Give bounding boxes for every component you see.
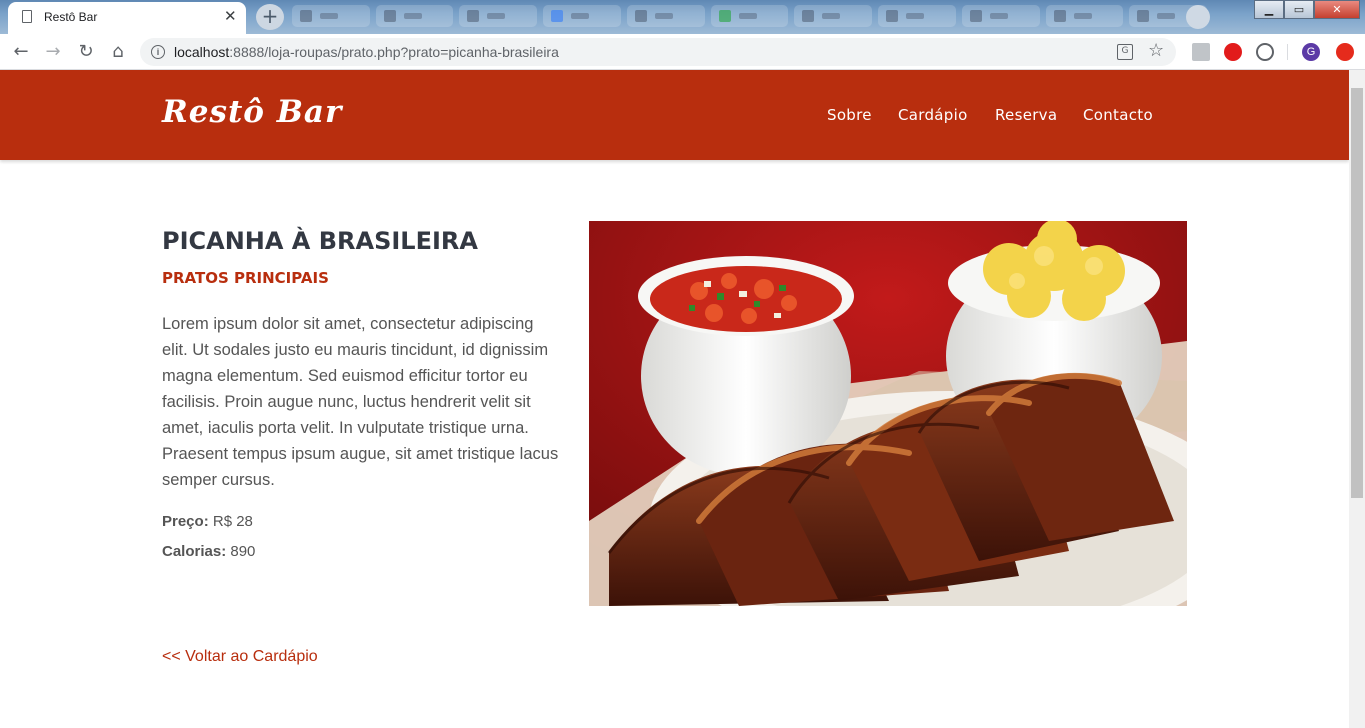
tab-resto-bar[interactable]: Restô Bar ✕: [8, 2, 246, 34]
price-value: R$ 28: [212, 513, 253, 530]
calories-value: 890: [230, 543, 256, 560]
dish-category: PRATOS PRINCIPAIS: [162, 269, 329, 287]
favicon-icon: [802, 10, 815, 22]
price-label: Preço:: [162, 513, 209, 530]
favicon-icon: [551, 10, 564, 22]
tab-strip: Restô Bar ✕ + ▁ ▭ ✕: [0, 0, 1365, 34]
background-tab[interactable]: [292, 5, 370, 27]
new-tab-button[interactable]: +: [256, 4, 284, 30]
nav-link-contacto[interactable]: Contacto: [1083, 106, 1153, 124]
tab-title: Restô Bar: [44, 10, 98, 24]
calories-line: Calorias: 890: [162, 543, 255, 560]
forward-arrow-icon[interactable]: →: [42, 41, 64, 63]
browser-toolbar: ← → ↻ ⌂ i localhost:8888/loja-roupas/pra…: [0, 34, 1365, 70]
translate-icon[interactable]: G: [1117, 44, 1133, 60]
url-text[interactable]: localhost:8888/loja-roupas/prato.php?pra…: [174, 44, 559, 60]
info-icon[interactable]: i: [151, 45, 165, 59]
dish-title: PICANHA À BRASILEIRA: [162, 227, 478, 255]
background-tab[interactable]: [961, 5, 1040, 27]
adblock-extension-icon[interactable]: [1224, 43, 1242, 61]
page-icon: [22, 10, 32, 23]
dish-photo: [589, 221, 1187, 606]
browser-chrome: Restô Bar ✕ + ▁ ▭ ✕ ← → ↻ ⌂ i localhost:…: [0, 0, 1365, 70]
favicon-icon: [1053, 10, 1066, 22]
url-host: localhost: [174, 44, 230, 60]
favicon-icon: [467, 10, 480, 22]
dish-description: Lorem ipsum dolor sit amet, consectetur …: [162, 315, 559, 489]
avatar[interactable]: G: [1302, 43, 1320, 61]
background-tab[interactable]: [1045, 5, 1124, 27]
background-tab[interactable]: [375, 5, 454, 27]
dish-photo-illustration: [589, 221, 1187, 606]
page-viewport: Restô Bar Sobre Cardápio Reserva Contact…: [0, 70, 1349, 728]
favicon-icon: [634, 10, 647, 22]
update-icon[interactable]: [1336, 43, 1354, 61]
extension-icon[interactable]: [1256, 43, 1274, 61]
maximize-button[interactable]: ▭: [1284, 0, 1314, 19]
profile-icon[interactable]: [1186, 5, 1210, 29]
minimize-button[interactable]: ▁: [1254, 0, 1284, 19]
nav-link-cardapio[interactable]: Cardápio: [898, 106, 968, 124]
reload-icon[interactable]: ↻: [75, 41, 97, 63]
close-icon[interactable]: ✕: [224, 7, 237, 25]
close-window-button[interactable]: ✕: [1314, 0, 1360, 19]
favicon-icon: [886, 10, 899, 22]
site-header: Restô Bar Sobre Cardápio Reserva Contact…: [0, 70, 1349, 160]
url-path: :8888/loja-roupas/prato.php?prato=picanh…: [229, 44, 559, 60]
price-line: Preço: R$ 28: [162, 513, 253, 530]
window-controls: ▁ ▭ ✕: [1254, 0, 1360, 20]
scrollbar-thumb[interactable]: [1351, 88, 1363, 498]
favicon-icon: [969, 10, 982, 22]
background-tabs: [292, 5, 1208, 29]
pdf-extension-icon[interactable]: [1192, 43, 1210, 61]
favicon-icon: [383, 10, 396, 22]
back-to-menu-link[interactable]: << Voltar ao Cardápio: [162, 648, 318, 666]
background-tab[interactable]: [626, 5, 705, 27]
background-tab[interactable]: [794, 5, 873, 27]
favicon-icon: [1137, 10, 1150, 22]
background-tab[interactable]: [710, 5, 789, 27]
favicon-icon: [300, 10, 312, 22]
home-icon[interactable]: ⌂: [107, 41, 129, 63]
bookmark-star-icon[interactable]: ☆: [1148, 40, 1164, 61]
page-scrollbar[interactable]: [1349, 70, 1365, 728]
nav-link-sobre[interactable]: Sobre: [827, 106, 872, 124]
toolbar-divider: [1287, 44, 1288, 60]
address-bar[interactable]: i localhost:8888/loja-roupas/prato.php?p…: [140, 38, 1176, 66]
site-logo[interactable]: Restô Bar: [162, 94, 342, 130]
nav-link-reserva[interactable]: Reserva: [995, 106, 1057, 124]
background-tab[interactable]: [878, 5, 956, 27]
background-tab[interactable]: [543, 5, 621, 27]
background-tab[interactable]: [459, 5, 538, 27]
back-arrow-icon[interactable]: ←: [10, 41, 32, 63]
calories-label: Calorias:: [162, 543, 227, 560]
favicon-icon: [718, 10, 731, 22]
